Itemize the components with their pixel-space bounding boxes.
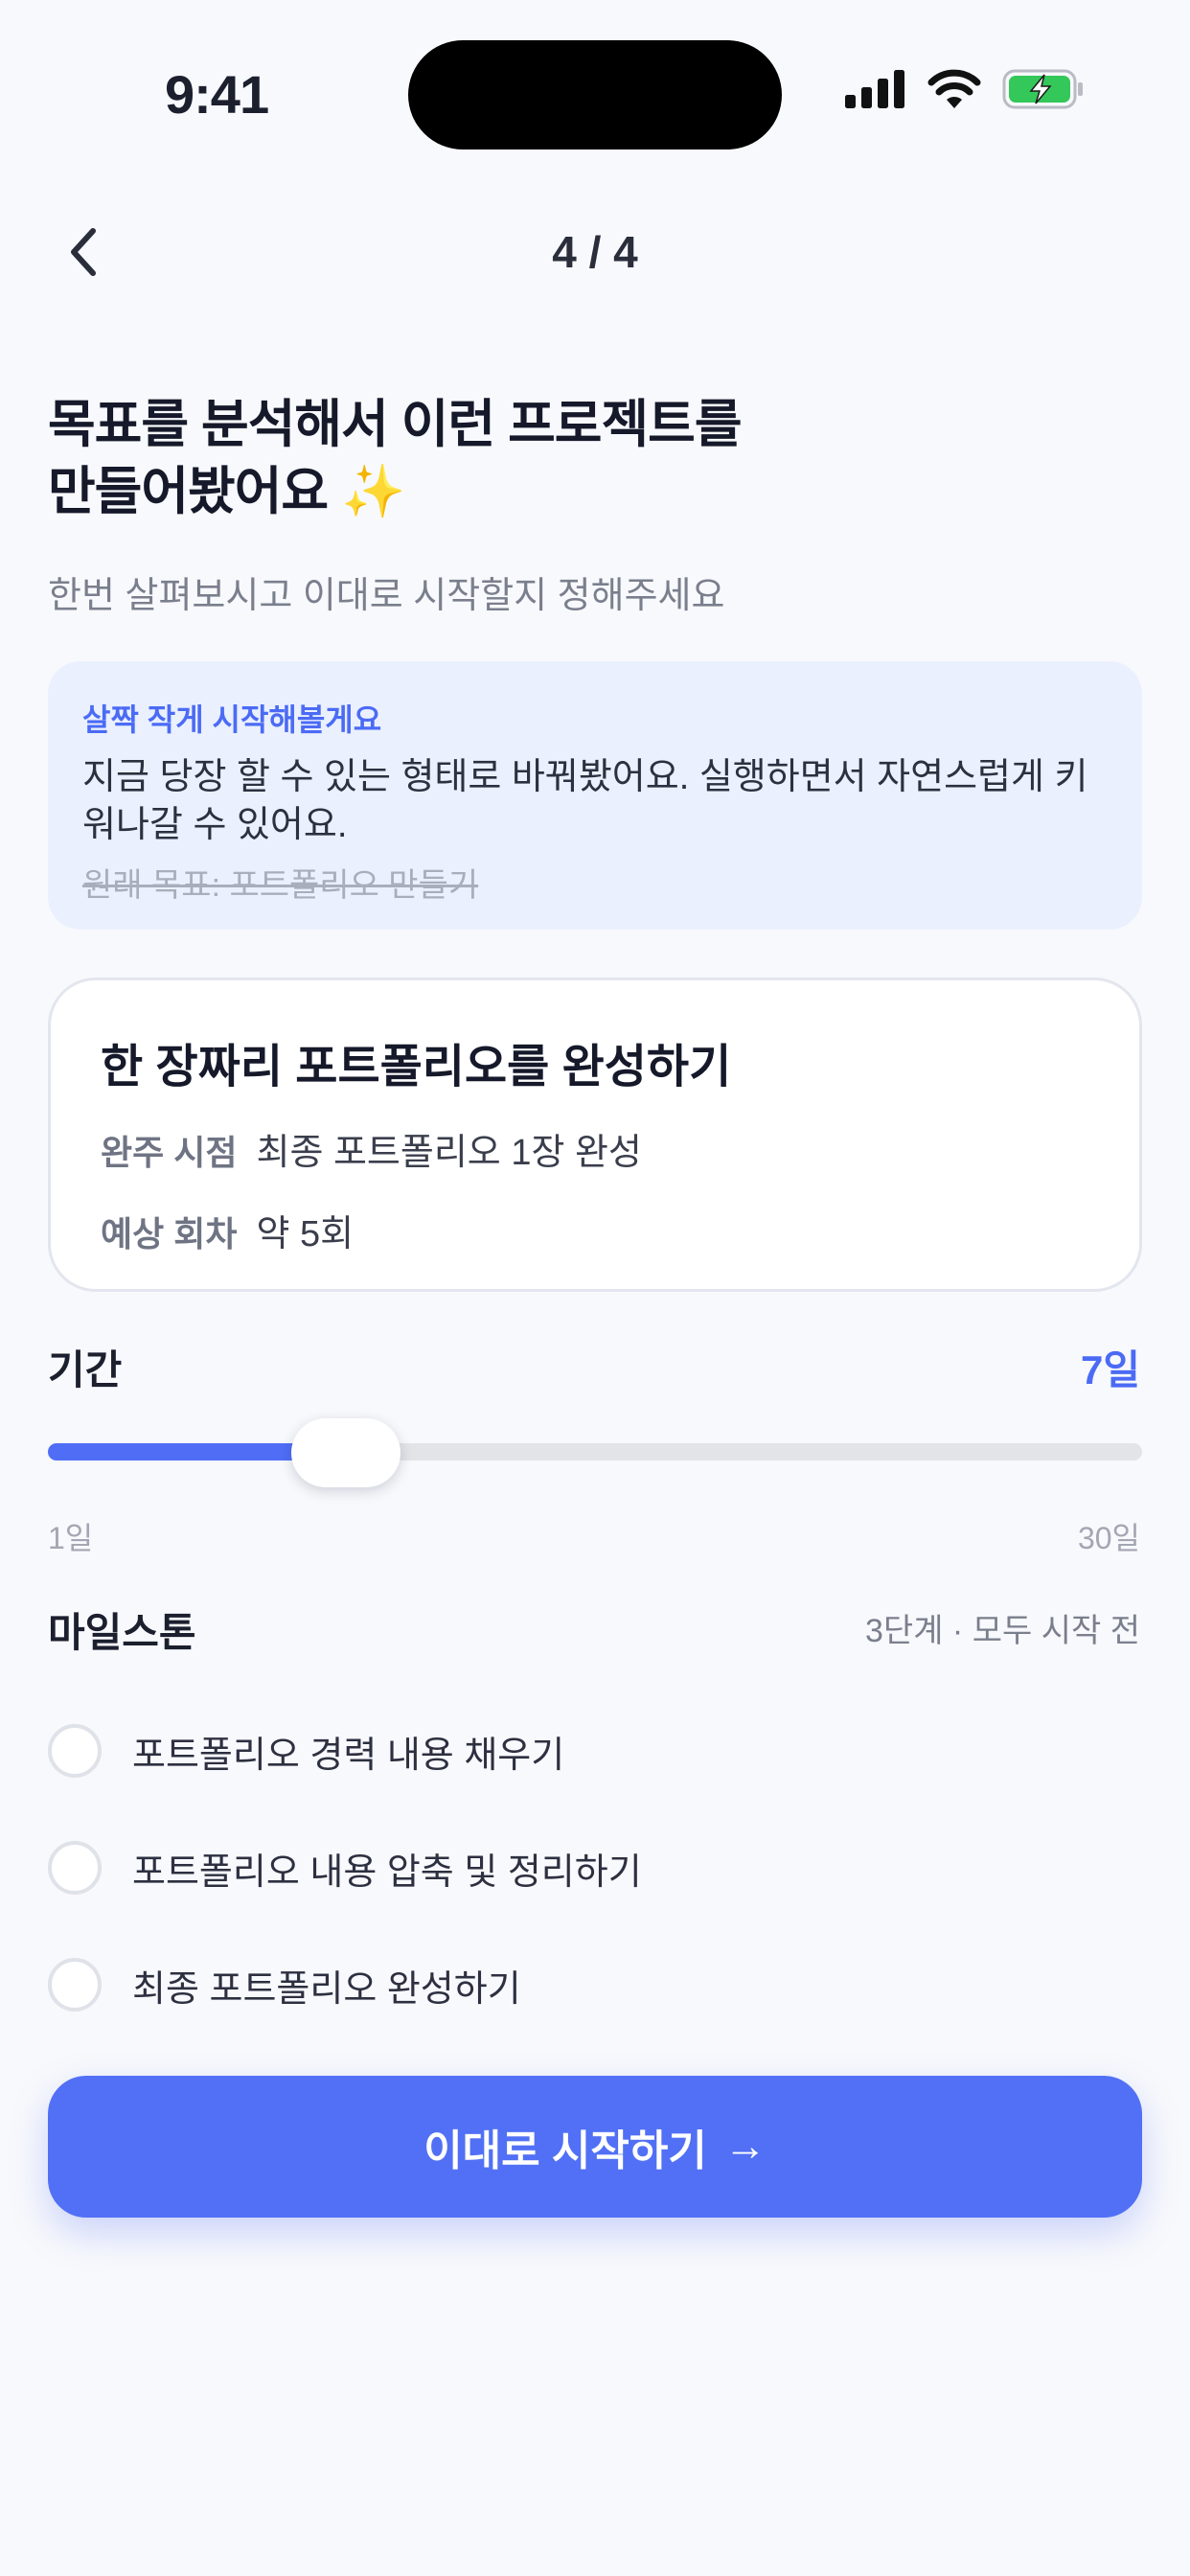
step-indicator: 4 / 4 xyxy=(552,227,638,277)
notice-heading: 살짝 작게 시작해볼게요 xyxy=(82,702,382,737)
milestone-item[interactable]: 최종 포트폴리오 완성하기 xyxy=(48,1926,1142,2043)
page-title: 목표를 분석해서 이런 프로젝트를 만들어봤어요 ✨ xyxy=(48,391,1102,525)
duration-max-label: 30일 xyxy=(1077,1521,1140,1555)
sessions-row: 예상 회차 약 5회 xyxy=(101,1204,1089,1256)
screen: 9:41 4 / 4 목표를 분석해서 이런 프로젝트를 만들어봤어요 ✨ 한번… xyxy=(0,0,1190,2576)
milestone-item[interactable]: 포트폴리오 경력 내용 채우기 xyxy=(48,1692,1142,1809)
milestone-item[interactable]: 포트폴리오 내용 압축 및 정리하기 xyxy=(48,1809,1142,1926)
sessions-value: 약 5회 xyxy=(256,1214,355,1254)
milestone-checkbox[interactable] xyxy=(48,1724,102,1778)
milestone-label: 포트폴리오 경력 내용 채우기 xyxy=(132,1735,565,1776)
milestones-title: 마일스톤 xyxy=(48,1610,196,1655)
page-subtitle: 한번 살펴보시고 이대로 시작할지 정해주세요 xyxy=(48,576,725,616)
project-title: 한 장짜리 포트폴리오를 완성하기 xyxy=(101,1042,732,1092)
start-button-label: 이대로 시작하기 xyxy=(423,2128,707,2174)
dynamic-island xyxy=(408,40,782,150)
title-line-1: 목표를 분석해서 이런 프로젝트를 xyxy=(48,396,743,453)
notice-body: 지금 당장 할 수 있는 형태로 바꿔봤어요. 실행하면서 자연스럽게 키워나갈… xyxy=(82,757,1088,845)
completion-label: 완주 시점 xyxy=(101,1133,238,1172)
title-line-2: 만들어봤어요 ✨ xyxy=(48,463,405,520)
status-icons xyxy=(845,69,1085,114)
milestone-checkbox[interactable] xyxy=(48,1841,102,1895)
arrow-right-icon: → xyxy=(723,2123,767,2170)
adjustment-notice-card: 살짝 작게 시작해볼게요 지금 당장 할 수 있는 형태로 바꿔봤어요. 실행하… xyxy=(48,661,1142,930)
battery-charging-icon xyxy=(1002,69,1085,114)
duration-min-label: 1일 xyxy=(48,1521,94,1555)
milestone-label: 최종 포트폴리오 완성하기 xyxy=(132,1968,521,2010)
sessions-label: 예상 회차 xyxy=(101,1214,238,1254)
milestones-status: 3단계 · 모두 시작 전 xyxy=(865,1613,1140,1649)
duration-value: 7일 xyxy=(1081,1347,1140,1392)
project-card: 한 장짜리 포트폴리오를 완성하기 완주 시점 최종 포트폴리오 1장 완성 예… xyxy=(48,978,1142,1292)
milestone-list: 포트폴리오 경력 내용 채우기 포트폴리오 내용 압축 및 정리하기 최종 포트… xyxy=(48,1692,1142,2043)
milestone-label: 포트폴리오 내용 압축 및 정리하기 xyxy=(132,1852,642,1893)
cellular-signal-icon xyxy=(845,70,906,113)
wifi-icon xyxy=(927,69,981,114)
start-button[interactable]: 이대로 시작하기 → xyxy=(48,2076,1142,2218)
original-goal: 원래 목표: 포트폴리오 만들기 xyxy=(82,867,479,904)
duration-label: 기간 xyxy=(48,1347,123,1392)
status-time: 9:41 xyxy=(165,64,269,125)
milestone-checkbox[interactable] xyxy=(48,1958,102,2012)
duration-slider[interactable] xyxy=(48,1418,1142,1487)
completion-value: 최종 포트폴리오 1장 완성 xyxy=(256,1133,642,1173)
completion-row: 완주 시점 최종 포트폴리오 1장 완성 xyxy=(101,1122,1089,1175)
slider-thumb[interactable] xyxy=(291,1418,401,1487)
